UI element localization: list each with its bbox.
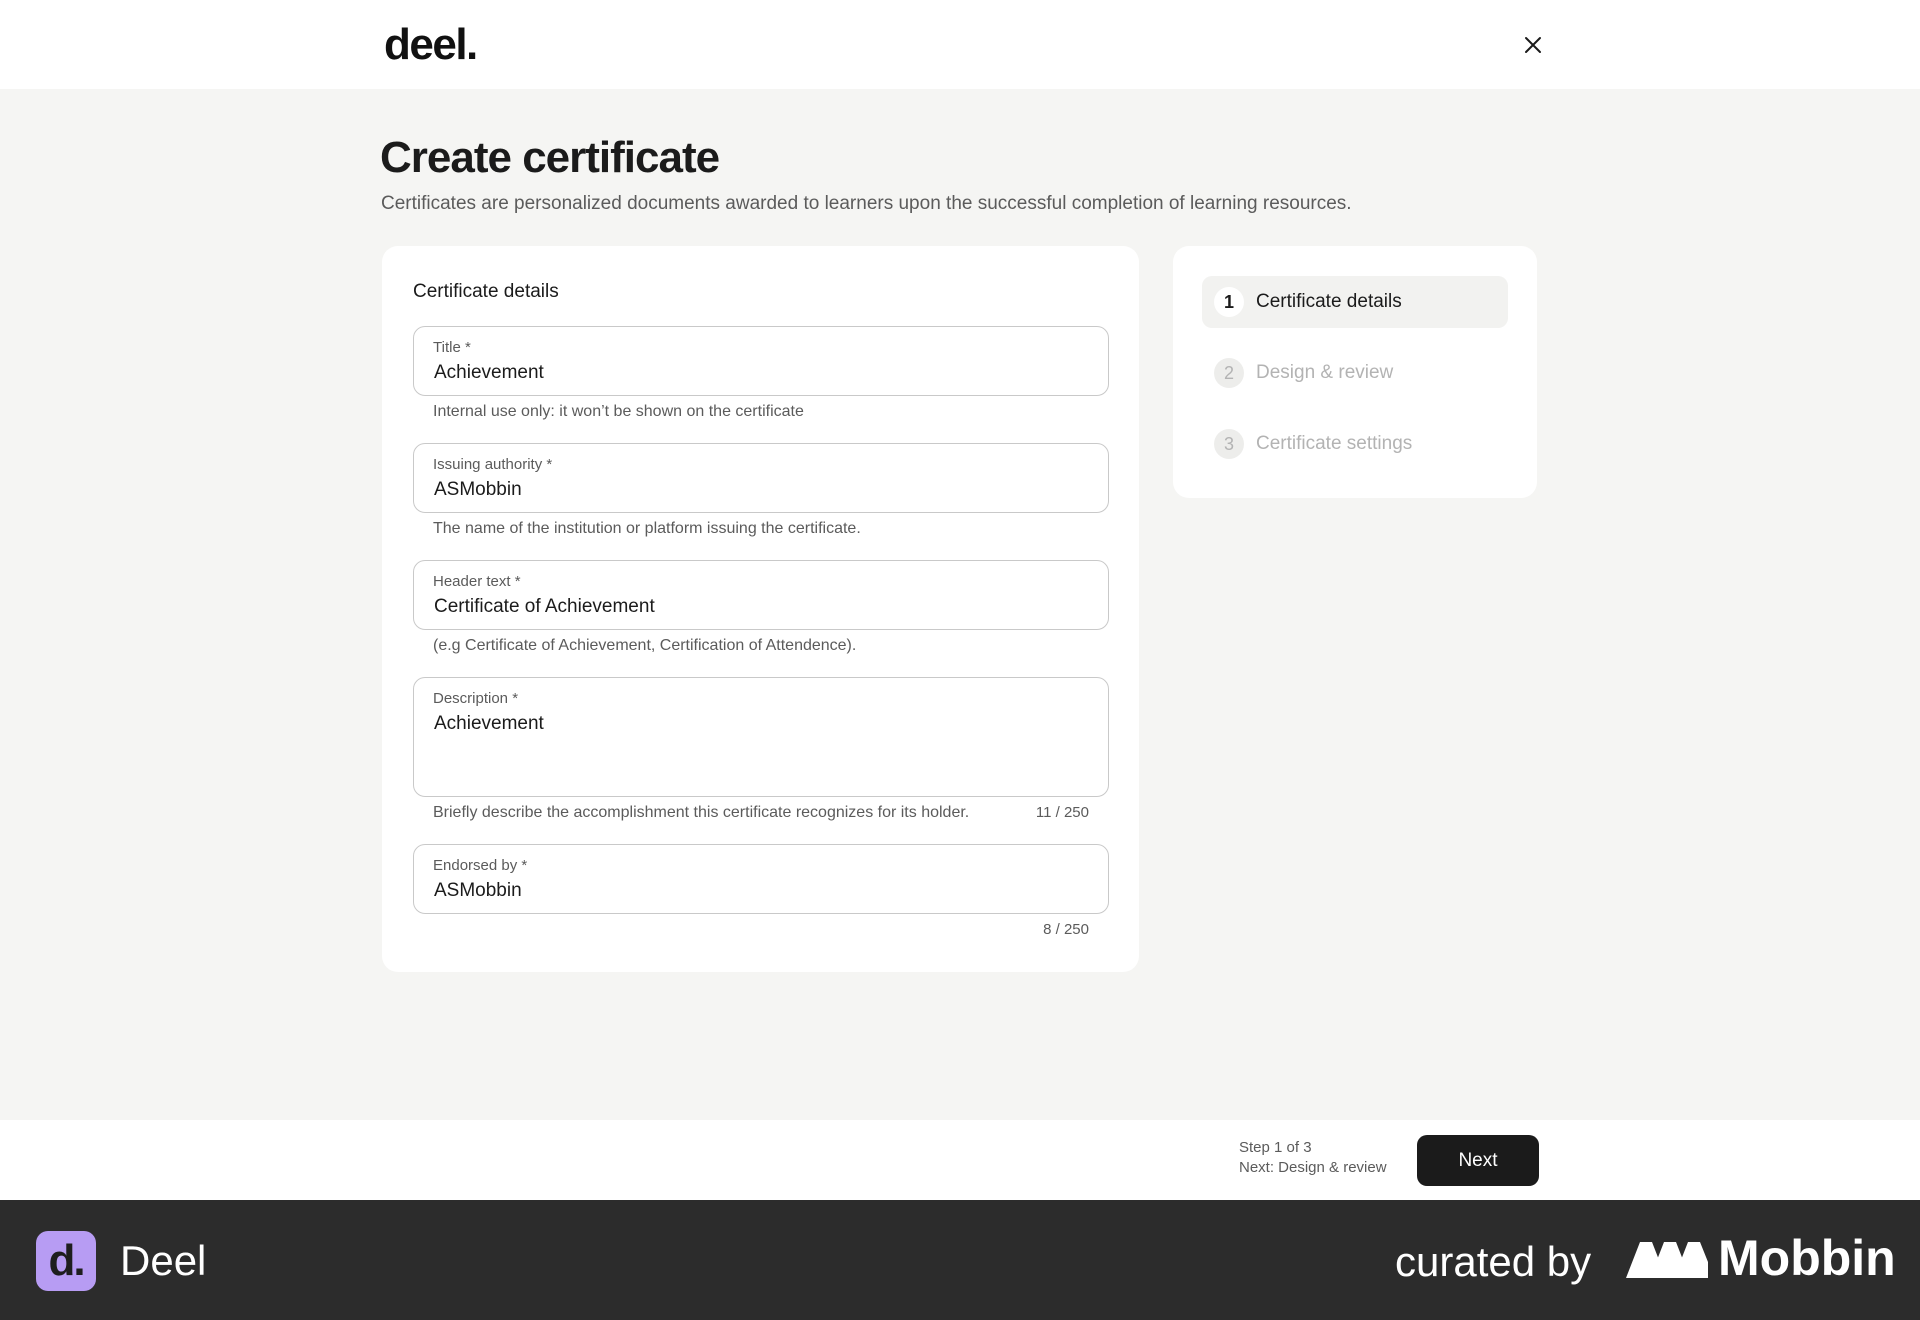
page-subtitle: Certificates are personalized documents … bbox=[381, 193, 1352, 214]
step-certificate-settings[interactable]: 3 Certificate settings bbox=[1202, 418, 1508, 470]
issuing-authority-label: Issuing authority * bbox=[433, 456, 553, 473]
curated-by-text: curated by bbox=[1395, 1238, 1592, 1285]
step-number: 1 bbox=[1214, 287, 1244, 317]
steps-card: 1 Certificate details 2 Design & review … bbox=[1173, 246, 1537, 498]
bottom-action-bar: Step 1 of 3 Next: Design & review Next bbox=[0, 1120, 1920, 1200]
deel-logo[interactable]: deel. bbox=[384, 18, 478, 72]
card-heading: Certificate details bbox=[413, 281, 559, 302]
step-number: 2 bbox=[1214, 358, 1244, 388]
close-button[interactable] bbox=[1518, 30, 1548, 60]
endorsed-by-field[interactable]: Endorsed by * ASMobbin bbox=[413, 844, 1109, 914]
page-title: Create certificate bbox=[380, 133, 720, 182]
description-field[interactable]: Description * Achievement bbox=[413, 677, 1109, 797]
description-hint: Briefly describe the accomplishment this… bbox=[433, 804, 970, 821]
step-certificate-details[interactable]: 1 Certificate details bbox=[1202, 276, 1508, 328]
step-design-review[interactable]: 2 Design & review bbox=[1202, 347, 1508, 399]
header-text-label: Header text * bbox=[433, 573, 521, 590]
description-textarea[interactable]: Achievement bbox=[434, 711, 544, 737]
endorsed-by-label: Endorsed by * bbox=[433, 857, 528, 874]
step-info: Step 1 of 3 Next: Design & review bbox=[1239, 1138, 1387, 1178]
description-label: Description * bbox=[433, 690, 519, 707]
description-counter: 11 / 250 bbox=[1035, 804, 1089, 821]
next-button[interactable]: Next bbox=[1417, 1135, 1539, 1186]
title-field[interactable]: Title * Achievement bbox=[413, 326, 1109, 396]
app-name: Deel bbox=[120, 1237, 207, 1284]
step-label: Design & review bbox=[1256, 362, 1394, 383]
issuing-authority-field[interactable]: Issuing authority * ASMobbin bbox=[413, 443, 1109, 513]
header-text-hint: (e.g Certificate of Achievement, Certifi… bbox=[433, 637, 857, 654]
header-text-input[interactable]: Certificate of Achievement bbox=[434, 594, 655, 620]
title-input[interactable]: Achievement bbox=[434, 360, 544, 386]
endorsed-by-input[interactable]: ASMobbin bbox=[434, 878, 522, 904]
next-step-text: Next: Design & review bbox=[1239, 1159, 1387, 1176]
step-label: Certificate details bbox=[1256, 291, 1402, 312]
endorsed-by-counter: 8 / 250 bbox=[1043, 921, 1089, 938]
header-text-field[interactable]: Header text * Certificate of Achievement bbox=[413, 560, 1109, 630]
certificate-details-card: Certificate details Title * Achievement … bbox=[382, 246, 1139, 972]
title-label: Title * bbox=[433, 339, 471, 356]
step-label: Certificate settings bbox=[1256, 433, 1413, 454]
issuing-authority-input[interactable]: ASMobbin bbox=[434, 477, 522, 503]
deel-app-icon: d. bbox=[36, 1231, 96, 1291]
close-icon bbox=[1525, 37, 1541, 53]
mobbin-logo-icon bbox=[1626, 1242, 1708, 1278]
top-bar: deel. bbox=[0, 0, 1920, 89]
issuing-authority-hint: The name of the institution or platform … bbox=[433, 520, 861, 537]
step-progress-text: Step 1 of 3 bbox=[1239, 1139, 1312, 1156]
step-number: 3 bbox=[1214, 429, 1244, 459]
title-hint: Internal use only: it won’t be shown on … bbox=[433, 403, 804, 420]
mobbin-footer: d. Deel curated by Mobbin bbox=[0, 1200, 1920, 1320]
mobbin-wordmark: Mobbin bbox=[1718, 1230, 1896, 1286]
